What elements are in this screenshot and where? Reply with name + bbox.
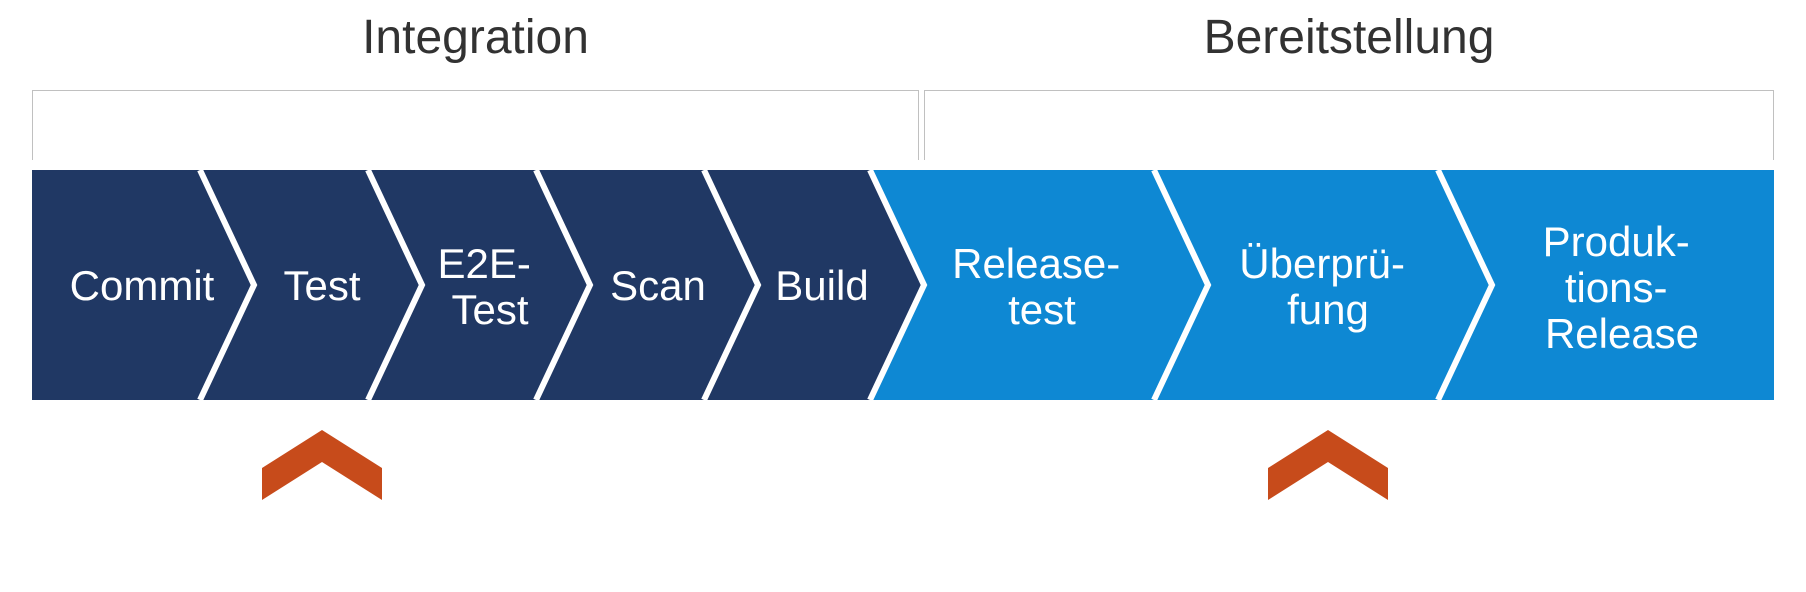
svg-text:Produk- tions-: Produk- tions- Release: [1543, 218, 1702, 357]
phase-heading-integration: Integration: [32, 10, 919, 65]
stage-label-prodrelease-line3: Release: [1545, 310, 1699, 357]
stage-label-prodrelease-line2: tions-: [1565, 264, 1668, 311]
svg-text:Test: Test: [283, 262, 360, 309]
stage-label-prodrelease-line1: Produk-: [1543, 218, 1690, 265]
stage-label-e2e-line2: Test: [451, 286, 528, 333]
pipeline-diagram: Integration Bereitstellung: [0, 0, 1806, 592]
svg-text:E2E- Test: E2E- Test: [437, 240, 542, 333]
svg-text:Commit: Commit: [70, 262, 215, 309]
stage-label-test: Test: [283, 262, 360, 309]
pipeline: Commit Test E2E- Test Scan Build Release…: [32, 170, 1774, 400]
chevron-up-icon: [262, 430, 382, 500]
svg-text:Scan: Scan: [610, 262, 706, 309]
stage-label-e2e-line1: E2E-: [437, 240, 530, 287]
phase-bracket-integration: [32, 90, 919, 160]
stage-label-ueberpruefung-line1: Überprü-: [1239, 240, 1405, 287]
stage-label-commit: Commit: [70, 262, 215, 309]
phase-heading-deployment: Bereitstellung: [924, 10, 1774, 65]
phase-bracket-deployment: [924, 90, 1774, 160]
stage-label-ueberpruefung-line2: fung: [1287, 286, 1369, 333]
stage-label-releasetest-line1: Release-: [952, 240, 1120, 287]
stage-label-build: Build: [775, 262, 868, 309]
svg-text:Build: Build: [775, 262, 868, 309]
stage-label-releasetest-line2: test: [1008, 286, 1076, 333]
chevron-up-icon: [1268, 430, 1388, 500]
stage-label-scan: Scan: [610, 262, 706, 309]
